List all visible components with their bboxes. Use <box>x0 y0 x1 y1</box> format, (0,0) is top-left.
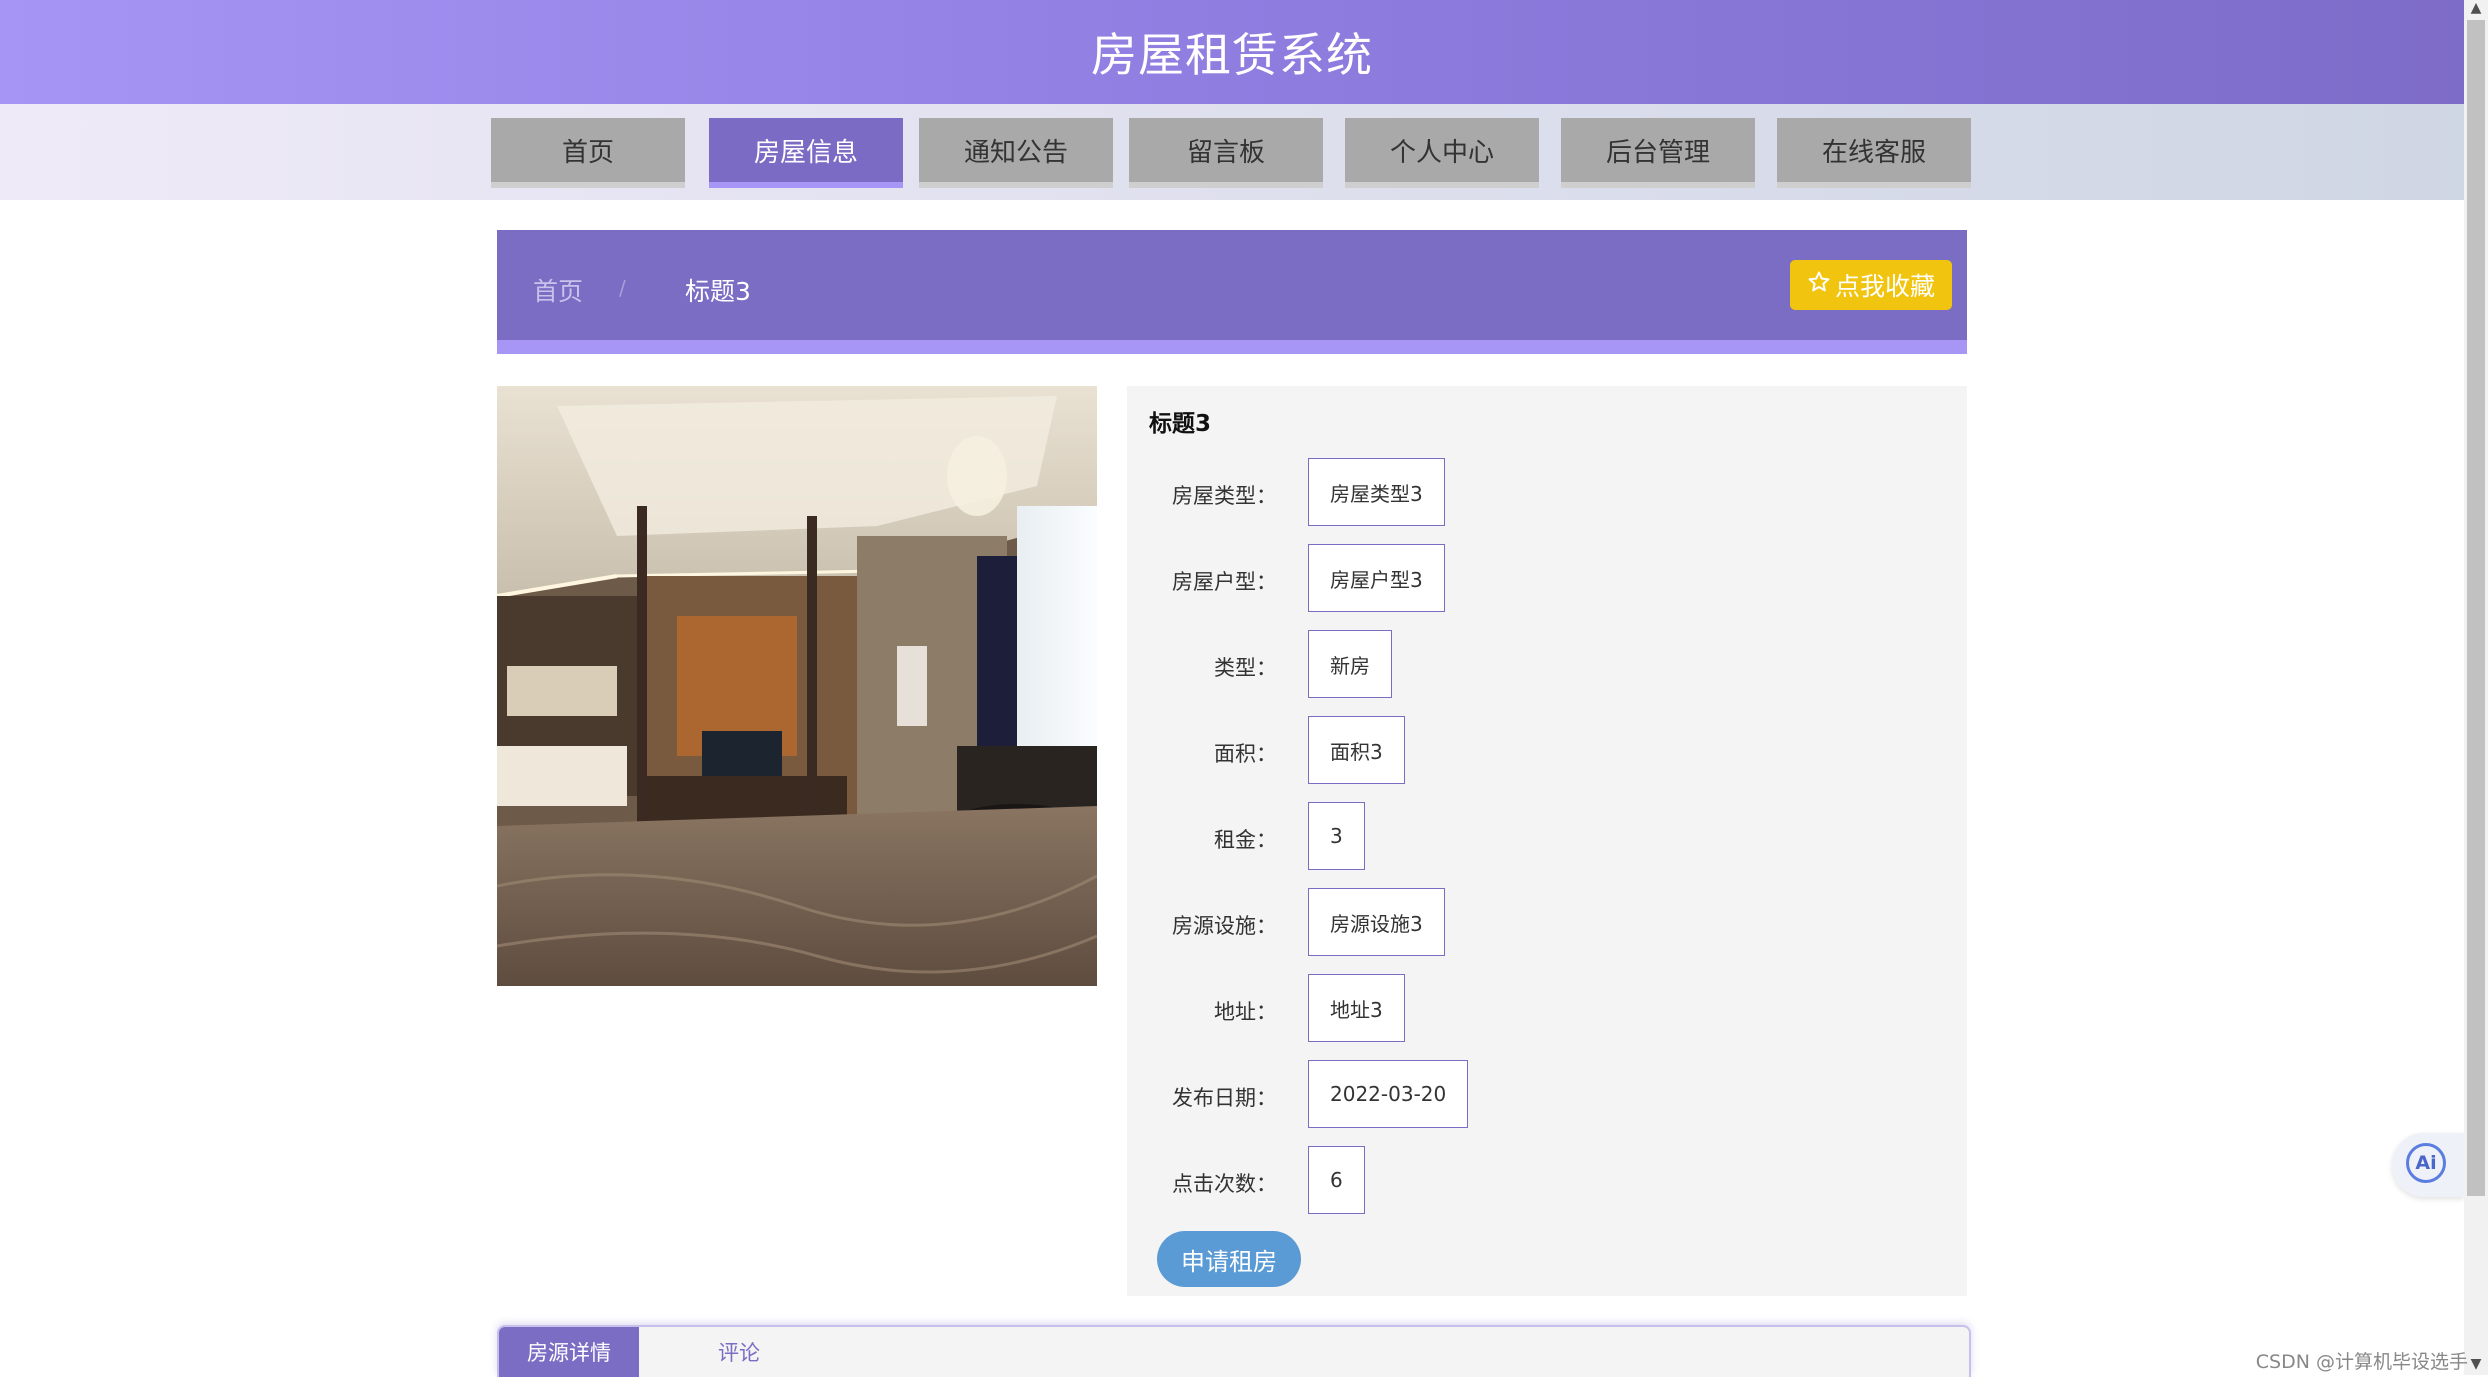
site-header: 房屋租赁系统 <box>0 0 2464 104</box>
breadcrumb-home-link[interactable]: 首页 <box>533 272 583 308</box>
house-detail-panel: 标题3 房屋类型： 房屋类型3 房屋户型： 房屋户型3 类型： 新房 面积： 面… <box>1127 386 1967 1296</box>
field-value: 房屋户型3 <box>1308 544 1445 612</box>
field-label: 发布日期： <box>1172 1086 1277 1110</box>
scroll-thumb[interactable] <box>2467 20 2485 1196</box>
detail-tabs: 房源详情 评论 <box>497 1325 1971 1377</box>
watermark: CSDN @计算机毕设选手 <box>2255 1351 2468 1373</box>
field-rent: 租金： 3 <box>1127 802 1967 870</box>
field-address: 地址： 地址3 <box>1127 974 1967 1042</box>
field-label: 地址： <box>1214 1000 1277 1024</box>
breadcrumb: 首页 / 标题3 点我收藏 <box>497 230 1967 354</box>
favorite-button-label: 点我收藏 <box>1834 272 1935 301</box>
breadcrumb-current: 标题3 <box>685 277 751 306</box>
nav-item-personal-center[interactable]: 个人中心 <box>1345 118 1539 188</box>
field-publish-date: 发布日期： 2022-03-20 <box>1127 1060 1967 1128</box>
site-title: 房屋租赁系统 <box>1091 28 1373 82</box>
field-house-type: 房屋类型： 房屋类型3 <box>1127 458 1967 526</box>
nav-item-home[interactable]: 首页 <box>491 118 685 188</box>
field-value: 房屋类型3 <box>1308 458 1445 526</box>
field-category: 类型： 新房 <box>1127 630 1967 698</box>
field-facilities: 房源设施： 房源设施3 <box>1127 888 1967 956</box>
star-outline-icon <box>1807 270 1831 300</box>
apply-rent-button[interactable]: 申请租房 <box>1157 1231 1301 1287</box>
field-house-layout: 房屋户型： 房屋户型3 <box>1127 544 1967 612</box>
field-value: 地址3 <box>1308 974 1405 1042</box>
breadcrumb-separator: / <box>619 276 626 300</box>
ai-icon: Ai <box>2406 1143 2446 1183</box>
field-label: 房屋类型： <box>1172 484 1277 508</box>
tab-house-details[interactable]: 房源详情 <box>499 1327 639 1377</box>
field-value: 3 <box>1308 802 1365 870</box>
field-value: 6 <box>1308 1146 1365 1214</box>
house-title: 标题3 <box>1149 411 1212 437</box>
field-value: 新房 <box>1308 630 1392 698</box>
field-value: 房源设施3 <box>1308 888 1445 956</box>
field-label: 类型： <box>1214 656 1277 680</box>
nav-item-notices[interactable]: 通知公告 <box>919 118 1113 188</box>
favorite-button[interactable]: 点我收藏 <box>1790 260 1952 310</box>
field-label: 点击次数： <box>1172 1172 1277 1196</box>
nav-item-admin[interactable]: 后台管理 <box>1561 118 1755 188</box>
nav-item-message-board[interactable]: 留言板 <box>1129 118 1323 188</box>
field-label: 租金： <box>1214 828 1277 852</box>
field-area: 面积： 面积3 <box>1127 716 1967 784</box>
field-value: 2022-03-20 <box>1308 1060 1469 1128</box>
nav-item-house-info[interactable]: 房屋信息 <box>709 118 903 188</box>
field-click-count: 点击次数： 6 <box>1127 1146 1967 1214</box>
ai-assistant-button[interactable]: Ai <box>2392 1133 2464 1197</box>
field-value: 面积3 <box>1308 716 1405 784</box>
field-label: 房源设施： <box>1172 914 1277 938</box>
page-scrollbar[interactable]: ▲ ▼ <box>2464 0 2488 1375</box>
nav-item-online-service[interactable]: 在线客服 <box>1777 118 1971 188</box>
house-photo <box>497 386 1097 986</box>
tab-comments[interactable]: 评论 <box>689 1327 789 1377</box>
scroll-up-icon[interactable]: ▲ <box>2464 0 2488 16</box>
field-label: 面积： <box>1214 742 1277 766</box>
main-nav: 首页 房屋信息 通知公告 留言板 个人中心 后台管理 在线客服 <box>0 104 2464 200</box>
field-label: 房屋户型： <box>1172 570 1277 594</box>
